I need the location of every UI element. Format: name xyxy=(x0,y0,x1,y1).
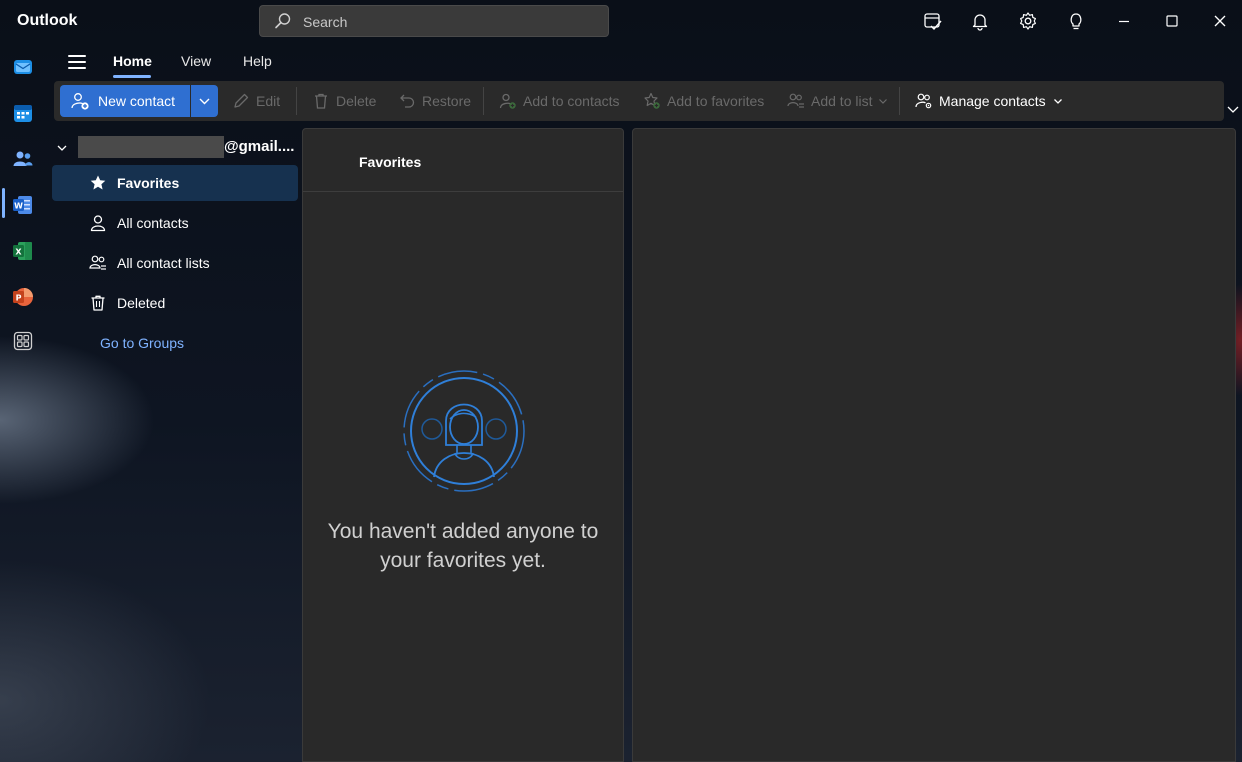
add-to-favorites-button[interactable]: Add to favorites xyxy=(643,91,764,111)
tab-home[interactable]: Home xyxy=(113,53,152,69)
person-icon xyxy=(89,214,107,232)
chevron-down-icon xyxy=(1053,99,1062,104)
folder-label: All contact lists xyxy=(117,255,210,271)
new-contact-button[interactable]: New contact xyxy=(60,85,190,117)
gear-icon[interactable] xyxy=(1018,11,1038,31)
my-day-icon[interactable] xyxy=(923,11,943,31)
restore-label: Restore xyxy=(422,93,472,109)
account-email: @gmail.... xyxy=(224,138,295,155)
manage-contacts-button[interactable]: Manage contacts xyxy=(915,91,1063,111)
more-apps-icon[interactable] xyxy=(12,330,34,352)
ribbon-separator xyxy=(899,87,900,115)
ribbon-toolbar: New contact Edit Delete Restore Add to c… xyxy=(54,81,1224,121)
excel-icon[interactable]: X xyxy=(12,240,34,262)
ribbon-separator xyxy=(296,87,297,115)
add-to-contacts-label: Add to contacts xyxy=(523,93,620,109)
add-to-favorites-label: Add to favorites xyxy=(667,93,765,109)
folder-label: Favorites xyxy=(117,175,180,191)
contact-list-pane: Favorites You haven't added anyone to yo… xyxy=(302,128,624,762)
svg-text:X: X xyxy=(15,248,22,257)
new-contact-dropdown[interactable] xyxy=(191,85,218,117)
lightbulb-icon[interactable] xyxy=(1066,11,1086,31)
list-header: Favorites xyxy=(359,154,422,170)
minimize-icon[interactable] xyxy=(1114,11,1134,31)
delete-button[interactable]: Delete xyxy=(312,91,376,111)
manage-contacts-label: Manage contacts xyxy=(939,93,1046,109)
tab-help[interactable]: Help xyxy=(243,53,272,69)
calendar-icon[interactable] xyxy=(12,102,34,124)
trash-icon xyxy=(315,93,327,109)
edit-label: Edit xyxy=(256,93,281,109)
add-person-icon xyxy=(499,93,516,109)
chevron-down-icon xyxy=(199,98,210,105)
star-icon xyxy=(89,174,107,192)
restore-button[interactable]: Restore xyxy=(398,91,471,111)
title-bar: Outlook Search xyxy=(0,0,1242,44)
delete-label: Delete xyxy=(336,93,377,109)
mail-icon[interactable] xyxy=(12,56,34,78)
add-to-contacts-button[interactable]: Add to contacts xyxy=(499,91,620,111)
bell-icon[interactable] xyxy=(970,11,990,31)
add-person-icon xyxy=(71,93,89,110)
star-add-icon xyxy=(644,92,660,109)
folder-label: Deleted xyxy=(117,295,166,311)
search-icon xyxy=(274,12,292,30)
redacted-email xyxy=(78,136,224,158)
search-placeholder: Search xyxy=(303,14,348,30)
ribbon-separator xyxy=(483,87,484,115)
go-to-groups-link[interactable]: Go to Groups xyxy=(100,335,184,351)
app-rail: W X P xyxy=(0,44,48,762)
folder-deleted[interactable]: Deleted xyxy=(52,285,298,321)
add-to-list-label: Add to list xyxy=(811,93,873,109)
pencil-icon xyxy=(234,93,249,108)
search-box[interactable]: Search xyxy=(259,5,609,37)
undo-icon xyxy=(400,94,415,108)
account-header[interactable]: @gmail.... xyxy=(56,136,296,158)
svg-text:P: P xyxy=(16,294,22,303)
folder-favorites[interactable]: Favorites xyxy=(52,165,298,201)
word-icon[interactable]: W xyxy=(12,194,34,216)
add-to-list-button[interactable]: Add to list xyxy=(787,91,888,111)
hamburger-menu-icon[interactable] xyxy=(68,55,86,69)
folder-all-contacts[interactable]: All contacts xyxy=(52,205,298,241)
people-icon[interactable] xyxy=(12,148,34,170)
powerpoint-icon[interactable]: P xyxy=(12,286,34,308)
folder-all-contact-lists[interactable]: All contact lists xyxy=(52,245,298,281)
people-list-icon xyxy=(787,93,804,108)
close-icon[interactable] xyxy=(1210,11,1230,31)
tab-view[interactable]: View xyxy=(181,53,211,69)
maximize-icon[interactable] xyxy=(1162,11,1182,31)
divider xyxy=(303,191,623,192)
people-settings-icon xyxy=(915,93,932,109)
empty-favorites-illustration xyxy=(402,369,526,493)
chevron-down-icon xyxy=(57,145,67,151)
trash-icon xyxy=(89,294,107,312)
ribbon-tabs: Home View Help xyxy=(48,44,1242,80)
new-contact-label: New contact xyxy=(98,93,176,109)
svg-text:W: W xyxy=(14,202,23,211)
edit-button[interactable]: Edit xyxy=(232,91,280,111)
app-title: Outlook xyxy=(17,12,78,29)
active-tab-indicator xyxy=(113,75,151,78)
people-list-icon xyxy=(89,254,107,272)
ribbon-expand-icon[interactable] xyxy=(1226,102,1240,116)
empty-state-message: You haven't added anyone to your favorit… xyxy=(327,520,599,572)
rail-active-indicator xyxy=(2,188,5,218)
chevron-down-icon xyxy=(879,99,888,104)
reading-pane xyxy=(632,128,1236,762)
folder-pane: @gmail.... Favorites All contacts All co… xyxy=(48,128,302,762)
folder-label: All contacts xyxy=(117,215,189,231)
